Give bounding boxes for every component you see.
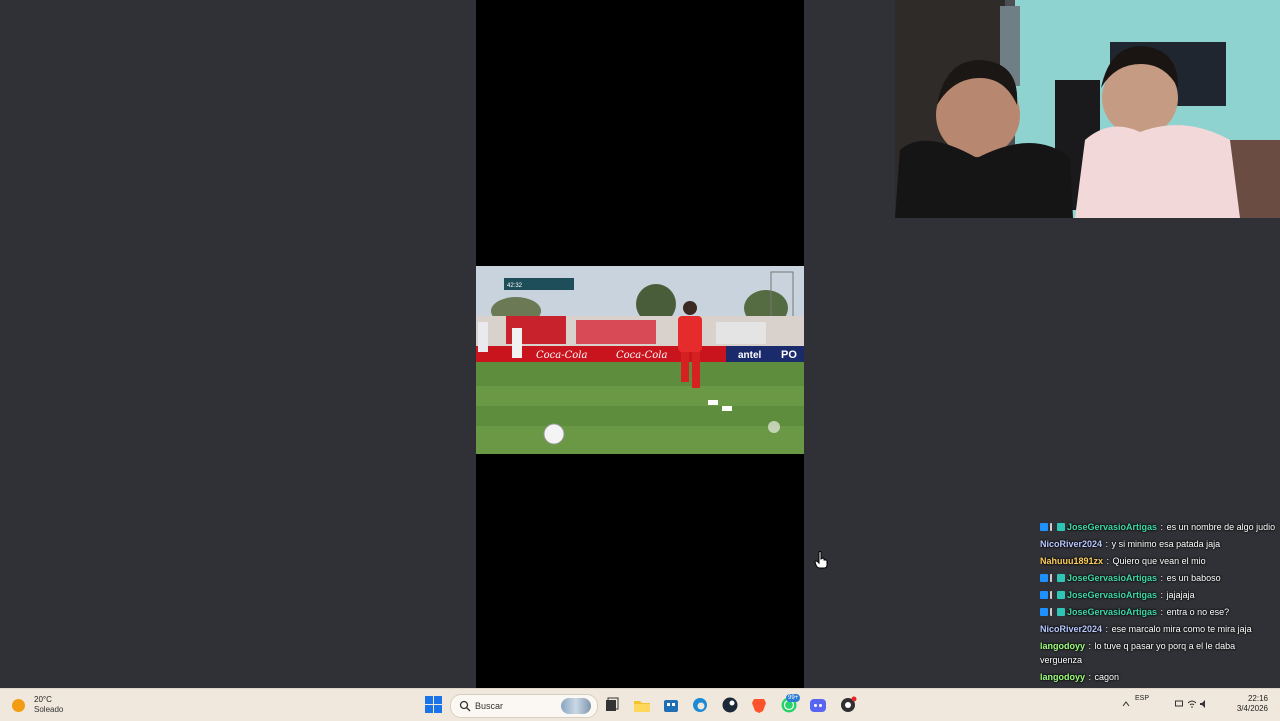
chat-username[interactable]: langodoyy bbox=[1040, 672, 1085, 682]
chat-username[interactable]: JoseGervasioArtigas bbox=[1067, 590, 1157, 600]
chat-message: Nahuuu1891zx : Quiero que vean el mio bbox=[1040, 554, 1276, 568]
clock-date: 3/4/2026 bbox=[1236, 704, 1268, 713]
chat-username[interactable]: NicoRiver2024 bbox=[1040, 624, 1102, 634]
chat-message: JoseGervasioArtigas : es un baboso bbox=[1040, 571, 1276, 585]
windows-taskbar: 20°C Soleado Buscar 99+ ESP 22:16 3/4/20… bbox=[0, 688, 1280, 721]
obs-icon[interactable] bbox=[839, 696, 857, 714]
chat-text: es un nombre de algo judio bbox=[1166, 522, 1276, 532]
sub-badge-icon bbox=[1040, 608, 1048, 616]
sword-badge-icon bbox=[1050, 523, 1055, 531]
football-clip: Coca-Cola Coca-Cola antel PO 42:32 bbox=[476, 266, 804, 454]
sub-badge-icon bbox=[1040, 591, 1048, 599]
chat-text: ese marcalo mira como te mira jaja bbox=[1111, 624, 1252, 634]
channel-badge-icon bbox=[1057, 591, 1065, 599]
svg-text:Coca-Cola: Coca-Cola bbox=[536, 350, 587, 361]
chat-message: JoseGervasioArtigas : es un nombre de al… bbox=[1040, 520, 1276, 534]
weather-temperature: 20°C bbox=[34, 695, 52, 704]
chat-separator: : bbox=[1104, 556, 1112, 566]
chat-username[interactable]: NicoRiver2024 bbox=[1040, 539, 1102, 549]
system-tray: ESP 22:16 3/4/2026 bbox=[1120, 689, 1280, 721]
chat-separator: : bbox=[1158, 573, 1166, 583]
sword-badge-icon bbox=[1050, 574, 1055, 582]
whatsapp-unread-badge: 99+ bbox=[786, 694, 801, 702]
chat-username[interactable]: JoseGervasioArtigas bbox=[1067, 522, 1157, 532]
clock[interactable]: 22:16 3/4/2026 bbox=[1237, 694, 1268, 714]
chat-separator: : bbox=[1086, 641, 1094, 651]
weather-condition: Soleado bbox=[34, 705, 64, 714]
discord-icon[interactable] bbox=[809, 696, 827, 714]
chevron-up-icon[interactable] bbox=[1122, 700, 1130, 708]
brave-icon[interactable] bbox=[750, 696, 768, 714]
store-icon[interactable] bbox=[662, 696, 680, 714]
wifi-icon[interactable] bbox=[1188, 700, 1196, 708]
stream-chat: JoseGervasioArtigas : es un nombre de al… bbox=[1040, 520, 1276, 688]
taskbar-search-box[interactable]: Buscar bbox=[450, 694, 598, 718]
chat-username[interactable]: langodoyy bbox=[1040, 641, 1085, 651]
chat-separator: : bbox=[1103, 539, 1111, 549]
svg-text:PO: PO bbox=[781, 349, 797, 361]
chat-separator: : bbox=[1158, 607, 1166, 617]
search-highlight-image bbox=[561, 698, 591, 714]
chat-message: langodoyy : cagon bbox=[1040, 670, 1276, 684]
chat-text: y si minimo esa patada jaja bbox=[1111, 539, 1221, 549]
monitor-icon[interactable] bbox=[1175, 700, 1183, 708]
chat-message: NicoRiver2024 : ese marcalo mira como te… bbox=[1040, 622, 1276, 636]
chat-separator: : bbox=[1086, 672, 1094, 682]
chat-text: cagon bbox=[1094, 672, 1120, 682]
sun-icon bbox=[12, 699, 25, 712]
language-indicator[interactable]: ESP bbox=[1135, 695, 1149, 703]
file-explorer-icon[interactable] bbox=[633, 696, 651, 714]
chat-text: Quiero que vean el mio bbox=[1112, 556, 1206, 566]
clock-time: 22:16 bbox=[1247, 694, 1268, 703]
channel-badge-icon bbox=[1057, 523, 1065, 531]
chat-text: es un baboso bbox=[1166, 573, 1221, 583]
hand-cursor-icon bbox=[814, 551, 828, 569]
sword-badge-icon bbox=[1050, 591, 1055, 599]
search-placeholder: Buscar bbox=[475, 701, 504, 711]
chat-text: jajajaja bbox=[1166, 590, 1195, 600]
task-view-icon[interactable] bbox=[603, 696, 621, 714]
chat-separator: : bbox=[1158, 522, 1166, 532]
svg-text:antel: antel bbox=[738, 350, 762, 361]
steam-icon[interactable] bbox=[721, 696, 739, 714]
edge-icon[interactable] bbox=[691, 696, 709, 714]
webcam-feed bbox=[895, 0, 1280, 218]
windows-start-icon[interactable] bbox=[425, 696, 442, 713]
chat-separator: : bbox=[1158, 590, 1166, 600]
chat-username[interactable]: JoseGervasioArtigas bbox=[1067, 607, 1157, 617]
svg-text:Coca-Cola: Coca-Cola bbox=[616, 350, 667, 361]
sub-badge-icon bbox=[1040, 574, 1048, 582]
chat-message: JoseGervasioArtigas : jajajaja bbox=[1040, 588, 1276, 602]
chat-message: langodoyy : lo tuve q pasar yo porq a el… bbox=[1040, 639, 1276, 667]
video-player[interactable]: Coca-Cola Coca-Cola antel PO 42:32 bbox=[476, 0, 804, 688]
chat-message: JoseGervasioArtigas : entra o no ese? bbox=[1040, 605, 1276, 619]
search-icon bbox=[459, 700, 471, 712]
volume-icon[interactable] bbox=[1200, 700, 1208, 708]
svg-text:42:32: 42:32 bbox=[507, 283, 523, 289]
channel-badge-icon bbox=[1057, 574, 1065, 582]
channel-badge-icon bbox=[1057, 608, 1065, 616]
sword-badge-icon bbox=[1050, 608, 1055, 616]
chat-username[interactable]: Nahuuu1891zx bbox=[1040, 556, 1103, 566]
chat-separator: : bbox=[1103, 624, 1111, 634]
sub-badge-icon bbox=[1040, 523, 1048, 531]
chat-username[interactable]: JoseGervasioArtigas bbox=[1067, 573, 1157, 583]
chat-text: entra o no ese? bbox=[1166, 607, 1230, 617]
chat-message: NicoRiver2024 : y si minimo esa patada j… bbox=[1040, 537, 1276, 551]
